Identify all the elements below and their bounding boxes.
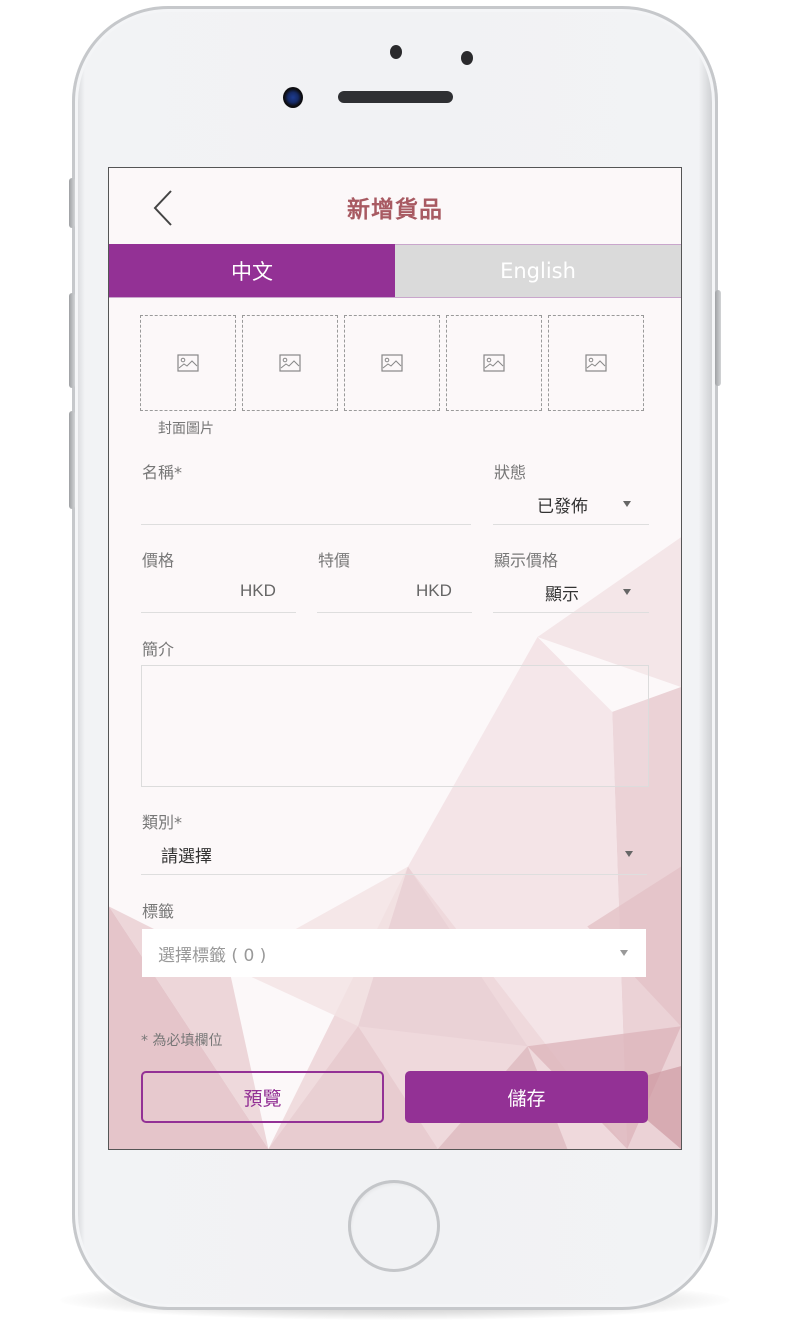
cover-image-label: 封面圖片 bbox=[158, 421, 214, 437]
earpiece-speaker bbox=[338, 91, 453, 103]
description-textarea[interactable] bbox=[141, 665, 649, 787]
tags-select[interactable]: 選擇標籤 ( 0 ) bbox=[142, 929, 646, 977]
special-price-currency: HKD bbox=[416, 581, 452, 600]
front-camera bbox=[283, 87, 303, 108]
show-price-underline bbox=[493, 612, 649, 613]
special-price-underline bbox=[317, 612, 472, 613]
price-input[interactable]: HKD bbox=[141, 572, 296, 612]
image-placeholder-icon bbox=[483, 354, 505, 372]
status-label: 狀態 bbox=[494, 463, 527, 482]
image-upload-row bbox=[140, 315, 644, 411]
image-placeholder-icon bbox=[279, 354, 301, 372]
name-input[interactable] bbox=[141, 484, 471, 524]
status-select[interactable]: 已發佈 bbox=[493, 484, 649, 524]
category-label: 類別* bbox=[142, 813, 183, 832]
volume-up-button bbox=[69, 293, 75, 388]
show-price-label: 顯示價格 bbox=[494, 551, 559, 570]
image-placeholder-icon bbox=[381, 354, 403, 372]
tags-label: 標籤 bbox=[142, 902, 175, 921]
image-slot-4[interactable] bbox=[446, 315, 542, 411]
category-underline bbox=[141, 874, 647, 875]
price-underline bbox=[141, 612, 296, 613]
save-button[interactable]: 儲存 bbox=[405, 1071, 648, 1123]
required-fields-note: * 為必填欄位 bbox=[141, 1033, 223, 1049]
show-price-value: 顯示 bbox=[545, 585, 579, 605]
image-placeholder-icon bbox=[585, 354, 607, 372]
dropdown-caret-icon bbox=[625, 851, 633, 857]
home-button[interactable] bbox=[348, 1180, 440, 1272]
special-price-label: 特價 bbox=[318, 551, 351, 570]
tab-chinese[interactable]: 中文 bbox=[109, 244, 395, 297]
language-tabs: 中文 English bbox=[109, 244, 681, 298]
dropdown-caret-icon bbox=[620, 950, 628, 956]
category-value: 請選擇 bbox=[161, 847, 212, 867]
category-select[interactable]: 請選擇 bbox=[141, 834, 647, 874]
show-price-select[interactable]: 顯示 bbox=[493, 572, 649, 612]
preview-button[interactable]: 預覽 bbox=[141, 1071, 384, 1123]
page-title: 新增貨品 bbox=[347, 197, 443, 223]
tags-placeholder: 選擇標籤 ( 0 ) bbox=[158, 946, 267, 966]
description-label: 簡介 bbox=[142, 640, 175, 659]
name-input-underline bbox=[141, 524, 471, 525]
price-label: 價格 bbox=[142, 551, 175, 570]
status-value: 已發佈 bbox=[537, 497, 588, 517]
image-slot-cover[interactable] bbox=[140, 315, 236, 411]
price-currency: HKD bbox=[240, 581, 276, 600]
name-label: 名稱* bbox=[142, 463, 183, 482]
image-slot-2[interactable] bbox=[242, 315, 338, 411]
image-placeholder-icon bbox=[177, 354, 199, 372]
proximity-sensor-dot bbox=[390, 45, 402, 59]
image-slot-5[interactable] bbox=[548, 315, 644, 411]
proximity-sensor bbox=[461, 51, 473, 65]
dropdown-caret-icon bbox=[623, 501, 631, 507]
app-screen: 新增貨品 中文 English 封面圖片 名稱* 狀態 已發佈 價格 HKD 特… bbox=[108, 167, 682, 1150]
dropdown-caret-icon bbox=[623, 589, 631, 595]
power-button bbox=[715, 290, 721, 386]
status-underline bbox=[493, 524, 649, 525]
special-price-input[interactable]: HKD bbox=[317, 572, 472, 612]
image-slot-3[interactable] bbox=[344, 315, 440, 411]
mute-switch bbox=[69, 178, 75, 228]
tab-english[interactable]: English bbox=[395, 244, 681, 297]
volume-down-button bbox=[69, 411, 75, 509]
header: 新增貨品 bbox=[109, 168, 681, 244]
